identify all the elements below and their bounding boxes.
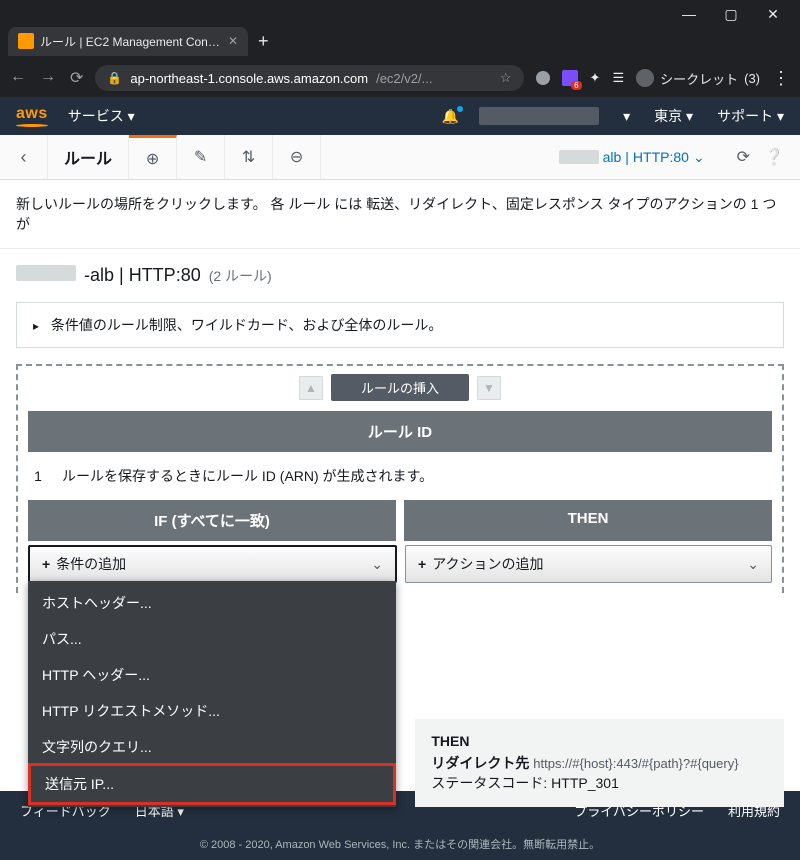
close-icon[interactable]: ✕ [766,6,780,23]
then-header: THEN [404,500,772,541]
incognito-indicator[interactable]: シークレット (3) [636,69,760,88]
aws-favicon [18,33,34,49]
aws-header: aws サービス ▾ 🔔 ▾ 東京 ▾ サポート ▾ [0,97,800,135]
window-controls: — ▢ ✕ [0,0,800,23]
region-menu[interactable]: 東京 ▾ [654,106,693,126]
listener-selector[interactable]: alb | HTTP:80 ⌄ [543,149,721,166]
add-action-dropdown[interactable]: +アクションの追加 ⌄ [405,545,772,583]
back-icon[interactable]: ← [10,68,26,88]
reorder-button[interactable]: ⇅ [225,135,273,179]
insert-rule-panel: ▲ ルールの挿入 ▼ ルール ID 1 ルールを保存するときにルール ID (A… [16,364,784,593]
tab-close-icon[interactable]: ✕ [228,34,238,48]
back-button[interactable]: ‹ [0,135,48,179]
rules-toolbar: ‹ ルール ⊕ ✎ ⇅ ⊖ alb | HTTP:80 ⌄ ⟳ ❔ [0,135,800,180]
condition-menu: ホストヘッダー... パス... HTTP ヘッダー... HTTP リクエスト… [28,581,396,807]
move-up-button[interactable]: ▲ [299,376,323,400]
chevron-down-icon: ⌄ [747,556,759,573]
if-header: IF (すべてに一致) [28,500,396,541]
add-rule-button[interactable]: ⊕ [129,135,177,179]
chevron-down-icon: ⌄ [693,149,705,166]
services-menu[interactable]: サービス ▾ [68,106,135,126]
extensions-icon[interactable]: ✦ [590,70,601,86]
aws-logo[interactable]: aws [16,105,48,127]
forward-icon[interactable]: → [40,68,56,88]
refresh-icon[interactable]: ⟳ [737,147,750,167]
browser-tab[interactable]: ルール | EC2 Management Console ✕ [8,27,248,56]
rule-id-header: ルール ID [28,411,772,452]
extension-badge-icon[interactable] [562,70,578,86]
chrome-menu-icon[interactable]: ⋮ [772,68,790,89]
listener-title: -alb | HTTP:80 (2 ルール) [0,249,800,302]
star-icon[interactable]: ☆ [500,70,512,86]
tab-title: ルール | EC2 Management Console [40,33,222,50]
edit-rule-button[interactable]: ✎ [177,135,225,179]
reading-list-icon[interactable]: ☰ [612,70,624,86]
extension-icon[interactable] [536,71,550,85]
address-bar[interactable]: 🔒 ap-northeast-1.console.aws.amazon.com /… [95,65,523,91]
rules-tab[interactable]: ルール [48,135,129,179]
support-menu[interactable]: サポート ▾ [717,106,784,126]
lock-icon: 🔒 [107,71,122,85]
delete-rule-button[interactable]: ⊖ [273,135,321,179]
chevron-down-icon: ⌄ [371,556,383,573]
help-icon[interactable]: ❔ [764,147,784,167]
add-condition-dropdown[interactable]: +条件の追加 ⌄ [28,545,397,583]
menu-http-header[interactable]: HTTP ヘッダー... [28,657,396,693]
maximize-icon[interactable]: ▢ [724,6,738,23]
account-menu[interactable] [479,107,599,125]
menu-path[interactable]: パス... [28,621,396,657]
insert-rule-label: ルールの挿入 [331,374,469,401]
bell-icon[interactable]: 🔔 [442,108,459,125]
minimize-icon[interactable]: — [682,6,696,23]
menu-host-header[interactable]: ホストヘッダー... [28,585,396,621]
limits-accordion[interactable]: 条件値のルール制限、ワイルドカード、および全体のルール。 [16,302,784,348]
copyright: © 2008 - 2020, Amazon Web Services, Inc.… [0,828,800,860]
tab-bar: ルール | EC2 Management Console ✕ + [0,23,800,59]
address-bar-row: ← → ⟳ 🔒 ap-northeast-1.console.aws.amazo… [0,59,800,97]
url-host: ap-northeast-1.console.aws.amazon.com [130,71,368,86]
rule-number: 1 [28,468,48,484]
browser-chrome: — ▢ ✕ ルール | EC2 Management Console ✕ + ←… [0,0,800,97]
existing-then-rule: THEN リダイレクト先 https://#{host}:443/#{path}… [415,719,784,807]
menu-source-ip[interactable]: 送信元 IP... [31,766,393,802]
menu-query-string[interactable]: 文字列のクエリ... [28,729,396,765]
rule-description: ルールを保存するときにルール ID (ARN) が生成されます。 [62,466,433,486]
hint-text: 新しいルールの場所をクリックします。 各 ルール には 転送、リダイレクト、固定… [0,180,800,249]
reload-icon[interactable]: ⟳ [70,68,83,88]
menu-http-method[interactable]: HTTP リクエストメソッド... [28,693,396,729]
incognito-icon [636,69,654,87]
new-tab-button[interactable]: + [258,31,269,52]
move-down-button[interactable]: ▼ [477,376,501,400]
url-path: /ec2/v2/... [376,71,432,86]
